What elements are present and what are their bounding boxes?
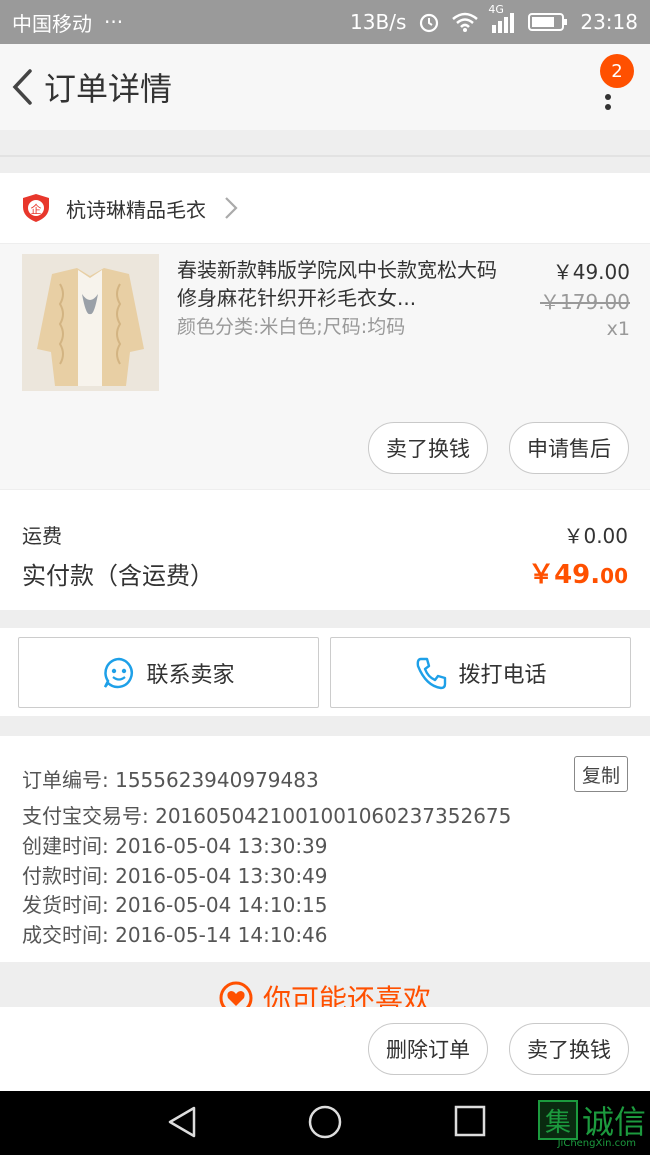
shop-row[interactable]: 企 杭诗琳精品毛衣 — [0, 173, 650, 243]
recommend-header: 你可能还喜欢 — [0, 978, 650, 1008]
paid-label: 实付款（含运费） — [22, 562, 214, 590]
bottom-action-bar: 删除订单 卖了换钱 — [0, 1007, 650, 1091]
nav-bar: 订单详情 2 — [0, 44, 650, 130]
created-time: 创建时间: 2016-05-04 13:30:39 — [22, 834, 328, 858]
product-thumbnail[interactable] — [22, 254, 159, 391]
watermark-logo: 集 — [537, 1100, 578, 1140]
watermark-sub: JiChengXin.com — [557, 1138, 636, 1149]
product-original-price: ￥179.00 — [540, 290, 630, 314]
more-dot — [605, 104, 611, 110]
shop-name: 杭诗琳精品毛衣 — [66, 197, 206, 222]
network-speed: 13B/s — [350, 10, 407, 34]
paid-time: 付款时间: 2016-05-04 13:30:49 — [22, 864, 328, 888]
page-title: 订单详情 — [44, 70, 173, 108]
order-number: 订单编号: 1555623940979483 — [22, 768, 319, 792]
order-totals: 运费 ￥0.00 实付款（含运费） ￥49.00 — [0, 490, 650, 610]
recents-square-icon[interactable] — [454, 1105, 486, 1137]
watermark-text: 诚信 — [581, 1103, 646, 1141]
notification-badge: 2 — [600, 54, 634, 88]
paid-amount: ￥49.00 — [528, 554, 628, 591]
watermark: 集 诚信 JiChengXin.com — [537, 1097, 646, 1149]
alarm-icon — [418, 11, 440, 33]
more-dot — [605, 94, 611, 100]
signal-icon: 4G — [488, 3, 516, 33]
product-sku: 颜色分类:米白色;尺码:均码 — [177, 316, 406, 338]
network-type-label: 4G — [488, 3, 504, 16]
cardigan-image — [22, 254, 159, 391]
clock: 23:18 — [580, 10, 638, 34]
back-button[interactable] — [2, 44, 42, 130]
contact-section: 联系卖家 拨打电话 — [0, 628, 650, 716]
recommend-label: 你可能还喜欢 — [262, 983, 431, 1008]
alipay-trade-number: 支付宝交易号: 2016050421001001060237352675 — [22, 804, 512, 828]
chat-face-icon — [104, 657, 134, 688]
contact-seller-label: 联系卖家 — [146, 662, 235, 688]
call-phone-label: 拨打电话 — [458, 662, 547, 688]
chevron-right-icon — [225, 197, 238, 219]
completed-time: 成交时间: 2016-05-14 14:10:46 — [22, 923, 328, 947]
enterprise-shield-icon: 企 — [23, 194, 49, 222]
shipped-time: 发货时间: 2016-05-04 14:10:15 — [22, 893, 328, 917]
notification-dots: ··· — [104, 10, 124, 34]
system-nav-bar: 集 诚信 JiChengXin.com — [0, 1091, 650, 1155]
product-quantity: x1 — [606, 318, 630, 340]
sell-for-cash-button[interactable]: 卖了换钱 — [368, 422, 488, 474]
svg-text:企: 企 — [31, 202, 42, 216]
heart-icon — [219, 981, 253, 1008]
product-item[interactable]: 春装新款韩版学院风中长款宽松大码修身麻花针织开衫毛衣女... 颜色分类:米白色;… — [0, 244, 650, 489]
shipping-label: 运费 — [22, 524, 62, 548]
product-title[interactable]: 春装新款韩版学院风中长款宽松大码修身麻花针织开衫毛衣女... — [177, 256, 497, 312]
status-bar: 中国移动 ··· 13B/s 4G 23:18 — [0, 0, 650, 44]
copy-button[interactable]: 复制 — [574, 756, 628, 792]
carrier-label: 中国移动 — [12, 11, 92, 36]
divider — [0, 155, 650, 157]
home-circle-icon[interactable] — [308, 1105, 342, 1139]
wifi-icon — [452, 12, 479, 32]
order-info: 订单编号: 1555623940979483 复制 支付宝交易号: 201605… — [0, 736, 650, 962]
phone-icon — [417, 657, 447, 689]
after-sale-button[interactable]: 申请售后 — [509, 422, 629, 474]
delete-order-button[interactable]: 删除订单 — [368, 1023, 488, 1075]
back-triangle-icon[interactable] — [166, 1105, 198, 1139]
bottom-sell-for-cash-button[interactable]: 卖了换钱 — [509, 1023, 629, 1075]
product-price: ￥49.00 — [552, 260, 630, 284]
call-phone-button[interactable]: 拨打电话 — [330, 637, 631, 708]
battery-icon — [528, 12, 568, 32]
chevron-left-icon — [12, 69, 32, 105]
shipping-value: ￥0.00 — [563, 524, 628, 548]
paid-amount-decimal: 00 — [600, 564, 628, 588]
contact-seller-button[interactable]: 联系卖家 — [18, 637, 319, 708]
paid-amount-integer: ￥49. — [528, 560, 601, 590]
